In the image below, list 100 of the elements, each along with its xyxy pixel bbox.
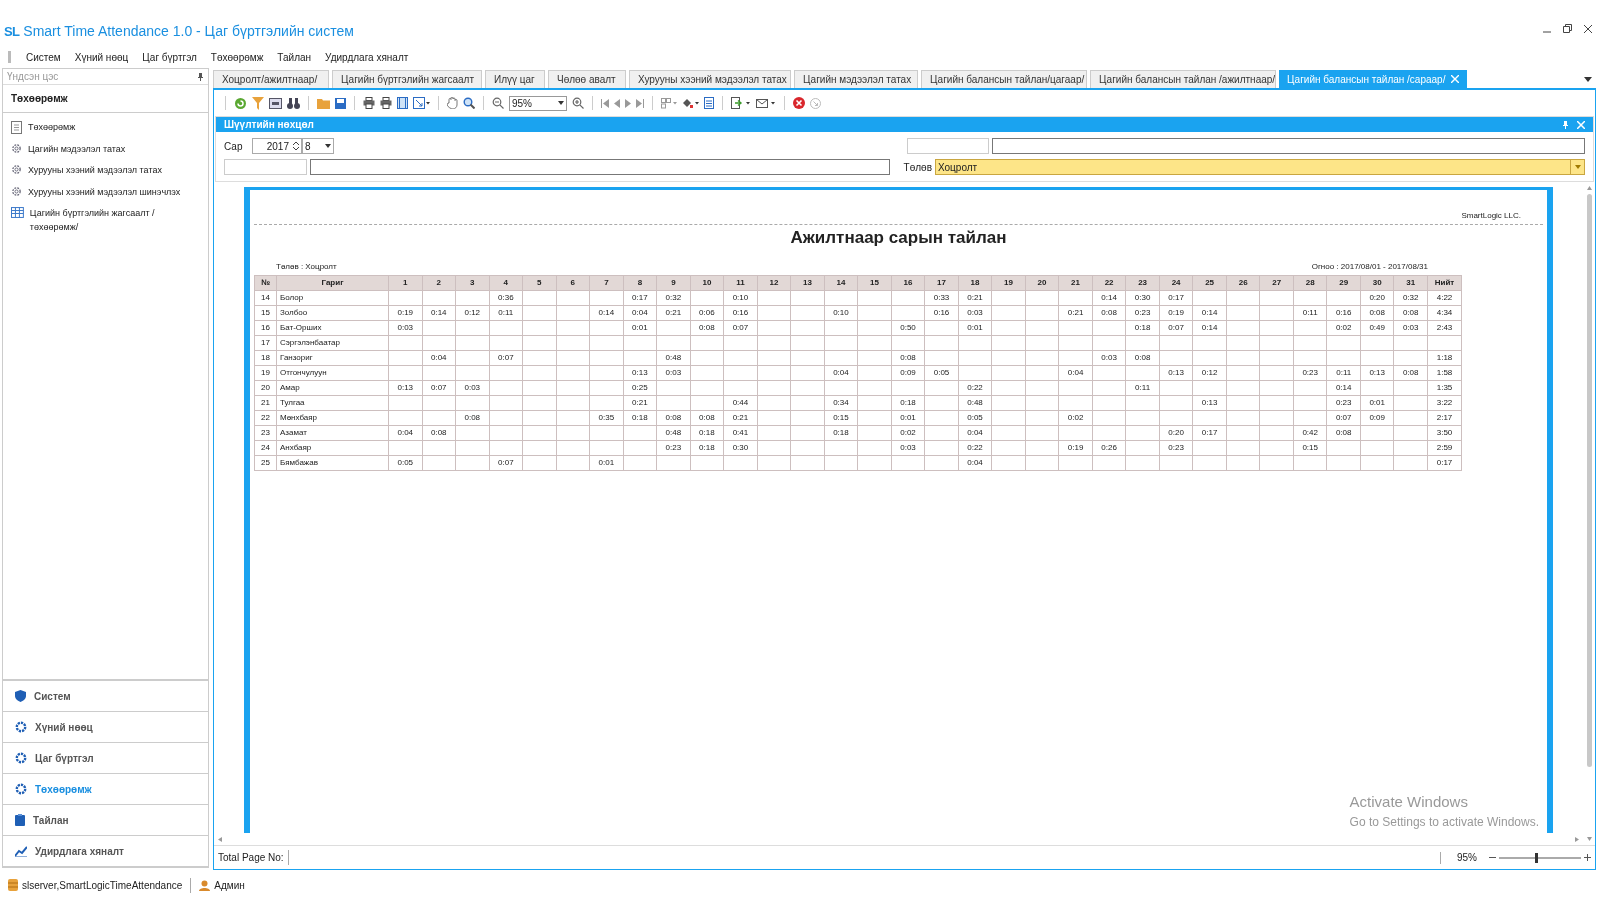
nav-item[interactable]: Систем [34, 688, 71, 704]
nav-item[interactable]: Хүний нөөц [35, 719, 93, 735]
time-value: 0:08 [699, 413, 715, 422]
menu-item[interactable]: Цаг бүртгэл [135, 49, 204, 65]
sidebar-item[interactable]: Хурууны хээний мэдээлэл шинэчлэх [28, 185, 200, 199]
menu-item[interactable]: Тайлан [270, 49, 319, 65]
time-value: 0:48 [665, 428, 682, 437]
tab[interactable]: Цагийн бүртгэлийн жагсаалт [332, 70, 482, 88]
status-combo[interactable]: Хоцролт [935, 159, 1585, 175]
row-number: 18 [261, 353, 270, 362]
page-count-label: Total Page No: [218, 850, 289, 865]
row-number: 22 [261, 413, 270, 422]
employee-name: Тулгаа [280, 398, 305, 407]
sidebar-item[interactable]: Цагийн бүртгэлийн жагсаалт /төхөөрөмж/ [29, 207, 200, 234]
activation-title: Activate Windows [1349, 791, 1469, 812]
month-combo[interactable]: 8 [302, 138, 334, 154]
time-value: 0:08 [1369, 308, 1385, 317]
nav-item[interactable]: Удирдлага хяналт [35, 843, 124, 859]
time-value: 0:18 [699, 428, 715, 437]
menu-item[interactable]: Төхөөрөмж [203, 49, 271, 65]
column-header: 6 [570, 278, 576, 287]
app-logo: SL [4, 22, 20, 41]
menu-item[interactable]: Систем [19, 49, 68, 65]
column-header: 12 [769, 278, 779, 287]
row-number: 20 [261, 383, 270, 392]
time-value: 0:14 [1201, 323, 1218, 332]
time-value: 0:41 [732, 428, 749, 437]
time-value: 0:21 [732, 413, 749, 422]
column-header: 5 [537, 278, 542, 287]
time-value: 0:04 [967, 428, 983, 437]
time-value: 0:50 [900, 323, 916, 332]
time-value: 0:16 [1335, 308, 1352, 317]
total-value: 2:59 [1436, 443, 1453, 452]
time-value: 0:04 [833, 368, 849, 377]
column-header: 15 [870, 278, 879, 287]
time-value: 0:25 [632, 383, 648, 392]
zoom-combo[interactable]: 95% [509, 95, 567, 111]
time-value: 0:17 [632, 293, 648, 302]
time-value: 0:33 [933, 293, 950, 302]
column-header: 1 [403, 278, 408, 287]
tab[interactable]: Цагийн мэдээлэл татах [794, 70, 918, 88]
sidebar-item[interactable]: Төхөөрөмж [28, 121, 200, 135]
time-value: 0:04 [397, 428, 414, 437]
total-value: 4:34 [1436, 308, 1453, 317]
section-title: Төхөөрөмж [11, 92, 68, 106]
field-label: Сар [224, 139, 244, 154]
tab[interactable]: Хоцролт/ажилтнаар/ [213, 70, 329, 88]
time-value: 0:36 [498, 293, 514, 302]
company-name: SmartLogic LLC. [1461, 210, 1521, 222]
time-value: 0:11 [498, 308, 514, 317]
menu-item[interactable]: Хүний нөөц [67, 49, 136, 65]
row-number: 19 [261, 368, 270, 377]
time-value: 0:13 [397, 383, 414, 392]
user-name: Админ [214, 878, 245, 893]
time-value: 0:18 [833, 428, 849, 437]
row-number: 23 [261, 428, 270, 437]
time-value: 0:32 [665, 293, 682, 302]
menu-item[interactable]: Удирдлага хяналт [318, 49, 416, 65]
time-value: 0:07 [431, 383, 447, 392]
year-spinner[interactable]: 2017 [252, 138, 302, 154]
time-value: 0:08 [665, 413, 682, 422]
time-value: 0:02 [1335, 323, 1352, 332]
time-value: 0:19 [397, 308, 414, 317]
employee-name: Мөнхбаяр [280, 413, 318, 422]
column-header: 26 [1238, 278, 1248, 287]
column-header: 29 [1339, 278, 1349, 287]
sidebar-item[interactable]: Хурууны хээний мэдээлэл татах [28, 164, 200, 178]
nav-item[interactable]: Төхөөрөмж [35, 781, 92, 797]
employee-name: Анхбаяр [280, 443, 312, 452]
row-number: 25 [261, 458, 270, 467]
tab[interactable]: Цагийн балансын тайлан /ажилтнаар/ [1090, 70, 1276, 88]
sidebar-item[interactable]: Цагийн мэдээлэл татах [28, 142, 200, 156]
time-value: 0:07 [1168, 323, 1184, 332]
tab[interactable]: Цагийн балансын тайлан/цагаар/ [921, 70, 1087, 88]
column-header: № [261, 278, 270, 287]
tab[interactable]: Хурууны хээний мэдээлэл татах [629, 70, 791, 88]
time-value: 0:42 [1302, 428, 1318, 437]
nav-item[interactable]: Тайлан [33, 812, 69, 828]
time-value: 0:07 [732, 323, 749, 332]
column-header: 13 [803, 278, 812, 287]
time-value: 0:01 [967, 323, 983, 332]
tab[interactable]: Чөлөө авалт [548, 70, 626, 88]
time-value: 0:30 [1134, 293, 1151, 302]
time-value: 0:48 [665, 353, 682, 362]
time-value: 0:15 [833, 413, 849, 422]
time-value: 0:21 [632, 398, 648, 407]
nav-item[interactable]: Цаг бүртгэл [35, 750, 94, 766]
total-value: 0:17 [1436, 458, 1453, 467]
employee-name: Золбоо [280, 308, 308, 317]
total-value: 2:17 [1436, 413, 1453, 422]
report-filter-text: Төлөв : Хоцролт [276, 260, 337, 273]
tab[interactable]: Илүү цаг [485, 70, 545, 88]
row-number: 21 [261, 398, 270, 407]
row-number: 14 [261, 293, 270, 302]
column-header: 28 [1305, 278, 1315, 287]
column-header: 3 [470, 278, 475, 287]
time-value: 0:16 [732, 308, 749, 317]
time-value: 0:14 [1335, 383, 1352, 392]
server-name: slserver,SmartLogicTimeAttendance [22, 877, 192, 893]
time-value: 0:20 [1369, 293, 1385, 302]
